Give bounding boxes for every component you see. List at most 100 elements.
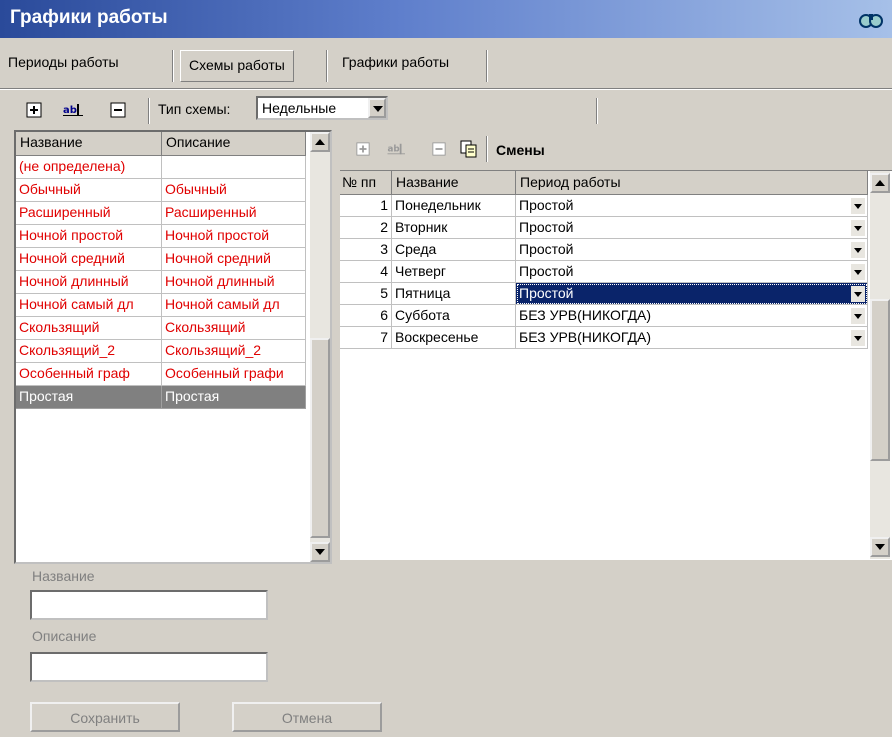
chevron-down-icon[interactable]	[851, 264, 865, 280]
chevron-down-icon[interactable]	[851, 198, 865, 214]
shifts-scrollbar[interactable]	[870, 171, 890, 559]
shift-number-cell: 2	[340, 217, 392, 239]
scheme-description-cell: Ночной самый дл	[162, 294, 306, 317]
shift-number-cell: 5	[340, 283, 392, 305]
scheme-row[interactable]: Простая Простая	[16, 386, 306, 409]
shift-name-cell: Четверг	[392, 261, 516, 283]
scheme-type-select[interactable]: Недельные	[256, 96, 388, 120]
scheme-row[interactable]: Ночной длинный Ночной длинный	[16, 271, 306, 294]
chevron-down-icon[interactable]	[368, 98, 386, 118]
shift-period-select[interactable]: Простой	[516, 261, 868, 283]
tab-strip: Периоды работы Схемы работы Графики рабо…	[0, 40, 892, 90]
delete-icon[interactable]	[110, 102, 126, 118]
scheme-row[interactable]: Скользящий_2 Скользящий_2	[16, 340, 306, 363]
copy-icon[interactable]	[460, 140, 478, 158]
scheme-row[interactable]: Скользящий Скользящий	[16, 317, 306, 340]
scheme-name-cell: Скользящий	[16, 317, 162, 340]
shift-name-cell: Вторник	[392, 217, 516, 239]
description-field-label: Описание	[32, 628, 97, 644]
name-field-label: Название	[32, 568, 95, 584]
scroll-down-icon[interactable]	[310, 542, 330, 562]
add-icon[interactable]	[26, 102, 42, 118]
shift-name-cell: Понедельник	[392, 195, 516, 217]
tab-schemes[interactable]: Схемы работы	[180, 50, 294, 82]
rename-icon[interactable]: ab	[62, 102, 88, 118]
save-button[interactable]: Сохранить	[30, 702, 180, 732]
title-bar: Графики работы	[0, 0, 892, 38]
scheme-row[interactable]: Ночной простой Ночной простой	[16, 225, 306, 248]
tab-underline	[0, 88, 892, 90]
shift-period-select[interactable]: Простой	[516, 195, 868, 217]
scheme-name-cell: Ночной длинный	[16, 271, 162, 294]
scroll-thumb[interactable]	[310, 338, 330, 538]
tab-divider	[172, 50, 174, 82]
scroll-up-icon[interactable]	[870, 173, 890, 193]
scheme-description-cell: Ночной длинный	[162, 271, 306, 294]
chevron-down-icon[interactable]	[851, 330, 865, 346]
scheme-description-cell: Ночной простой	[162, 225, 306, 248]
shift-period-select[interactable]: Простой	[516, 239, 868, 261]
shift-period-value: Простой	[519, 285, 574, 301]
tab-periods-label: Периоды работы	[8, 54, 119, 70]
shift-number-cell: 3	[340, 239, 392, 261]
column-header-number[interactable]: № пп	[340, 171, 392, 195]
shift-period-select[interactable]: Простой	[516, 217, 868, 239]
scheme-row[interactable]: Особенный граф Особенный графи	[16, 363, 306, 386]
shift-period-value: Простой	[519, 219, 574, 235]
scheme-type-label: Тип схемы:	[158, 101, 231, 117]
tab-periods[interactable]: Периоды работы	[0, 48, 127, 80]
column-header-name[interactable]: Название	[392, 171, 516, 195]
chevron-down-icon[interactable]	[851, 286, 865, 302]
shift-name-cell: Суббота	[392, 305, 516, 327]
rename-icon[interactable]: ab	[386, 142, 410, 156]
shift-period-value: БЕЗ УРВ(НИКОГДА)	[519, 329, 651, 345]
cancel-button[interactable]: Отмена	[232, 702, 382, 732]
add-icon[interactable]	[356, 142, 370, 156]
scroll-down-icon[interactable]	[870, 537, 890, 557]
chevron-down-icon[interactable]	[851, 308, 865, 324]
scheme-row[interactable]: (не определена)	[16, 156, 306, 179]
toolbar-divider	[148, 98, 150, 124]
chevron-down-icon[interactable]	[851, 242, 865, 258]
shift-period-value: Простой	[519, 263, 574, 279]
scroll-up-icon[interactable]	[310, 132, 330, 152]
scheme-row[interactable]: Ночной самый дл Ночной самый дл	[16, 294, 306, 317]
scroll-thumb[interactable]	[870, 299, 890, 461]
scheme-row[interactable]: Расширенный Расширенный	[16, 202, 306, 225]
scheme-description-cell: Расширенный	[162, 202, 306, 225]
name-field[interactable]	[30, 590, 268, 620]
schemes-table: Название Описание (не определена) Обычный…	[14, 130, 332, 564]
delete-icon[interactable]	[432, 142, 446, 156]
scheme-name-cell: (не определена)	[16, 156, 162, 179]
tab-divider	[326, 50, 328, 82]
schemes-scrollbar[interactable]	[310, 132, 330, 562]
shift-period-select[interactable]: БЕЗ УРВ(НИКОГДА)	[516, 305, 868, 327]
shift-name-cell: Пятница	[392, 283, 516, 305]
scheme-name-cell: Простая	[16, 386, 162, 409]
scheme-name-cell: Особенный граф	[16, 363, 162, 386]
binoculars-icon[interactable]	[858, 6, 884, 32]
scheme-name-cell: Расширенный	[16, 202, 162, 225]
svg-text:ab: ab	[63, 105, 77, 116]
shift-name-cell: Воскресенье	[392, 327, 516, 349]
window-title: Графики работы	[10, 7, 168, 28]
shift-period-value: Простой	[519, 241, 574, 257]
scheme-description-cell: Простая	[162, 386, 306, 409]
shifts-table: № пп Название Период работы 1 Понедельник…	[340, 170, 892, 560]
column-header-description[interactable]: Описание	[162, 132, 306, 156]
description-field[interactable]	[30, 652, 268, 682]
shifts-title: Смены	[496, 142, 545, 158]
scheme-description-cell: Ночной средний	[162, 248, 306, 271]
scheme-row[interactable]: Обычный Обычный	[16, 179, 306, 202]
tab-schedules[interactable]: Графики работы	[334, 48, 457, 80]
scheme-row[interactable]: Ночной средний Ночной средний	[16, 248, 306, 271]
shift-number-cell: 7	[340, 327, 392, 349]
shift-period-select[interactable]: Простой	[516, 283, 868, 305]
column-header-period[interactable]: Период работы	[516, 171, 868, 195]
chevron-down-icon[interactable]	[851, 220, 865, 236]
scheme-name-cell: Ночной простой	[16, 225, 162, 248]
shift-period-select[interactable]: БЕЗ УРВ(НИКОГДА)	[516, 327, 868, 349]
shifts-toolbar: ab Смены	[340, 130, 892, 170]
column-header-name[interactable]: Название	[16, 132, 162, 156]
scheme-description-cell: Особенный графи	[162, 363, 306, 386]
